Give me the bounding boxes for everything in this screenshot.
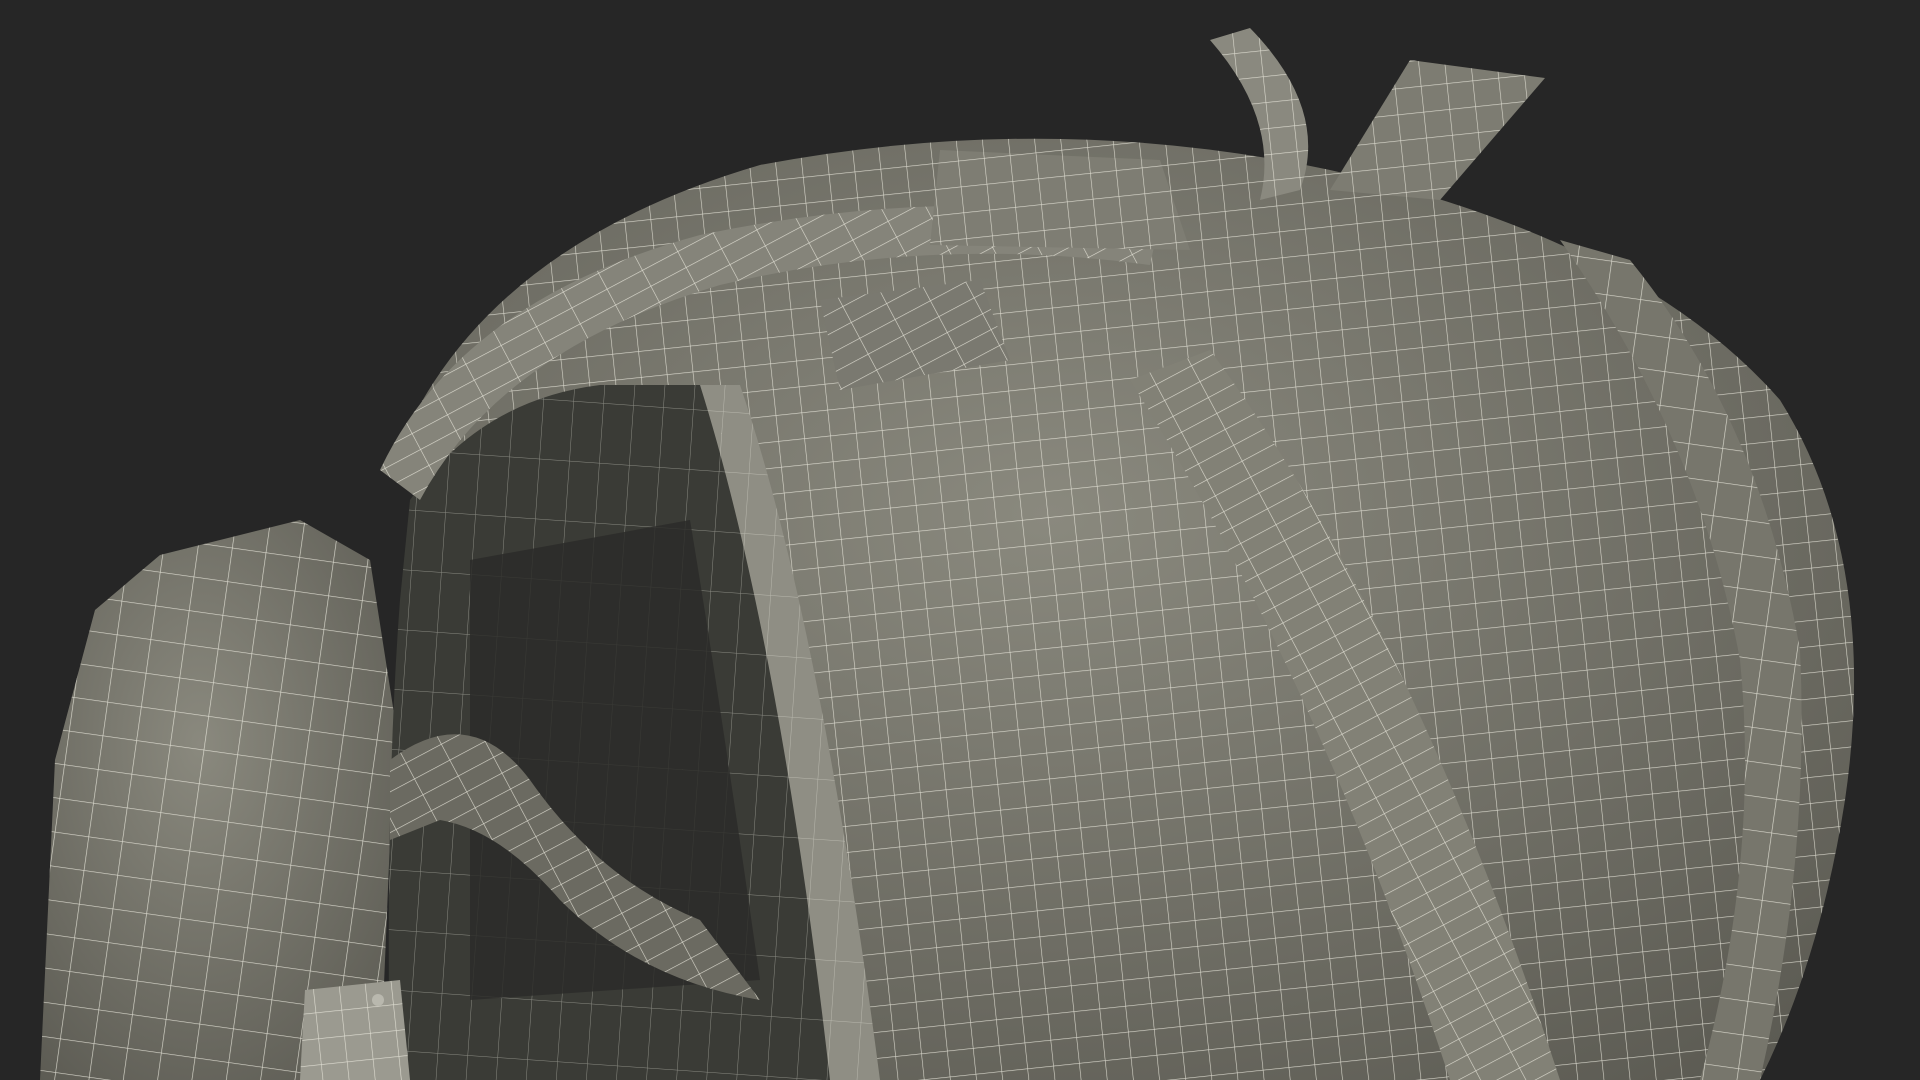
render-viewport bbox=[0, 0, 1920, 1080]
helmet-wireframe-render bbox=[0, 0, 1920, 1080]
bottom-latch bbox=[300, 980, 410, 1080]
